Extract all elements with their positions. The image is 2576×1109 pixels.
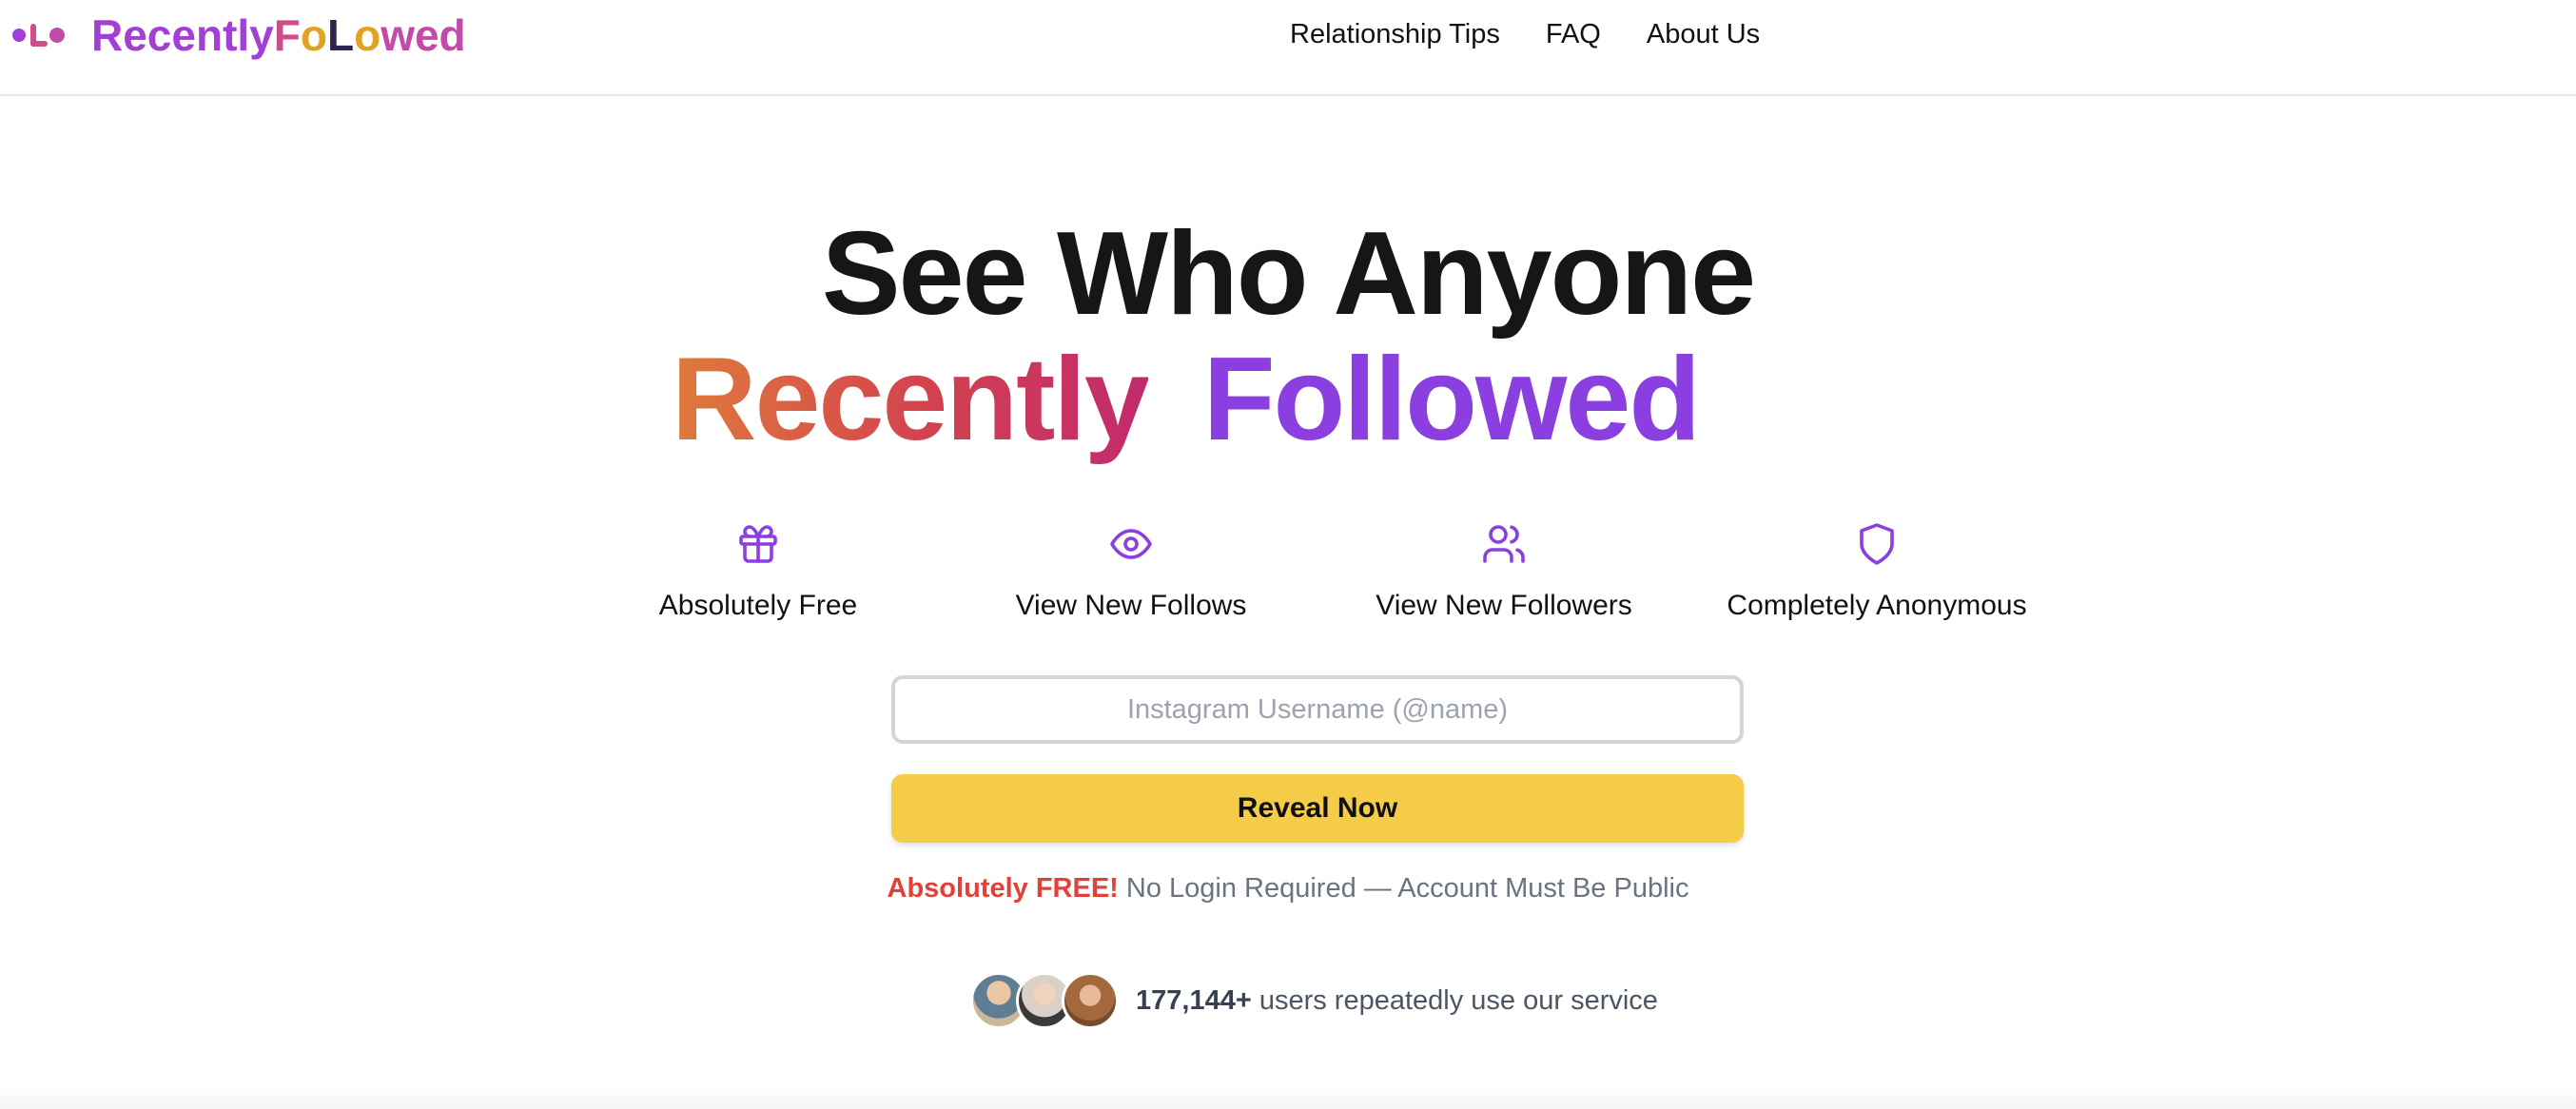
hero-word-followed: Followed [1202, 334, 1701, 465]
logo-dots-icon [12, 24, 65, 47]
main-nav: Relationship Tips FAQ About Us [1290, 13, 1805, 55]
social-proof: 177,144+ users repeatedly use our servic… [970, 972, 1658, 1029]
gift-icon [739, 525, 777, 563]
logo-letter: o [300, 10, 327, 60]
shield-icon [1860, 523, 1894, 565]
nav-link-about-us[interactable]: About Us [1647, 13, 1760, 55]
feature-item: View New Followers [1314, 521, 1694, 622]
site-header: RecentlyFoLowed Relationship Tips FAQ Ab… [0, 0, 2576, 96]
feature-label: Absolutely Free [658, 590, 858, 621]
logo-letter: o [354, 10, 381, 60]
nav-link-relationship-tips[interactable]: Relationship Tips [1290, 13, 1500, 55]
hero-headline-line2: Recently Followed [0, 333, 2576, 466]
logo-link[interactable]: RecentlyFoLowed [11, 6, 466, 65]
users-icon [1483, 525, 1525, 563]
logo-letter: wed [381, 10, 466, 60]
feature-item: Absolutely Free [568, 521, 948, 622]
avatar [1062, 972, 1119, 1029]
nav-link-faq[interactable]: FAQ [1546, 13, 1601, 55]
feature-label: View New Follows [1015, 590, 1247, 621]
free-note-text: No Login Required — Account Must Be Publ… [1118, 873, 1689, 904]
logo-letter: F [273, 10, 301, 60]
reveal-now-button[interactable]: Reveal Now [891, 774, 1744, 843]
user-count: 177,144+ [1136, 984, 1252, 1016]
logo-letter: Recently [91, 10, 274, 60]
hero-word-recently: Recently [671, 334, 1150, 465]
feature-label: View New Followers [1376, 590, 1632, 621]
feature-item: Completely Anonymous [1687, 521, 2067, 622]
logo-text: RecentlyFoLowed [91, 10, 466, 61]
instagram-username-input[interactable] [891, 675, 1744, 744]
user-count-label: users repeatedly use our service [1251, 984, 1658, 1016]
free-note-highlight: Absolutely FREE! [887, 873, 1119, 904]
free-note: Absolutely FREE! No Login Required — Acc… [0, 873, 2576, 905]
hero-headline-line1: See Who Anyone [821, 208, 1756, 340]
eye-icon [1110, 529, 1152, 559]
social-proof-text: 177,144+ users repeatedly use our servic… [1136, 985, 1658, 1017]
section-divider [0, 1084, 2576, 1109]
feature-item: View New Follows [941, 521, 1321, 622]
logo-letter: L [326, 10, 355, 60]
feature-label: Completely Anonymous [1727, 590, 2027, 621]
avatar-stack [970, 972, 1119, 1029]
